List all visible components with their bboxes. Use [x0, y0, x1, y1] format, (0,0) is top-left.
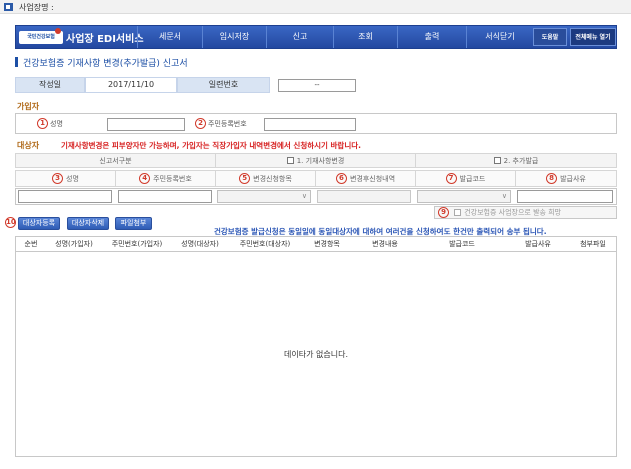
subscriber-section-label: 가입자 [17, 102, 40, 111]
date-value: 2017/11/10 [85, 77, 177, 93]
company-label: 사업장명 : [19, 3, 54, 12]
menu-item-inquiry[interactable]: 조회 [333, 26, 397, 48]
col-change-item: 변경항목 [314, 240, 340, 248]
target-fields-header: 3 성명 4 주민등록번호 5 변경신청항목 6 변경후신청내역 7 발급코드 8 발급사유 [15, 170, 617, 187]
delete-target-button[interactable]: 대상자삭제 [67, 217, 109, 230]
issue-code-select[interactable]: ∨ [417, 190, 511, 203]
option-additional-issue[interactable]: 2. 추가발급 [416, 154, 616, 167]
step-8-badge: 8 [546, 173, 558, 184]
col-seq: 순번 [24, 240, 38, 248]
change-detail-input[interactable] [317, 190, 411, 203]
col-target-rrn: 주민번호(대상자) [239, 240, 291, 248]
menu-bar: 세문서 임시저장 신고 조회 출력 서식닫기 [137, 26, 533, 48]
target-rrn-input[interactable] [118, 190, 212, 203]
change-item-label: 5 변경신청항목 [216, 171, 316, 186]
step-6-badge: 6 [335, 173, 347, 184]
logo-badge-icon [55, 28, 61, 34]
hope-delivery-checkbox[interactable] [454, 209, 462, 216]
step-1-badge: 1 [37, 118, 48, 129]
target-name-input[interactable] [18, 190, 112, 203]
help-button[interactable]: 도움말 [533, 28, 567, 46]
table-header: 순번 성명(가입자) 주민번호(가입자) 성명(대상자) 주민번호(대상자) 변… [16, 237, 616, 252]
col-attachment: 첨부파일 [580, 240, 606, 248]
option-edit-checkbox[interactable] [286, 157, 294, 164]
date-label: 작성일 [15, 77, 85, 93]
top-bar: 사업장명 : [0, 0, 631, 14]
step-9-badge: 9 [438, 207, 449, 218]
menu-item-print[interactable]: 출력 [397, 26, 466, 48]
col-change-detail: 변경내용 [372, 240, 398, 248]
all-menu-button[interactable]: 전체메뉴 열기 [570, 28, 616, 46]
issue-code-label: 7 발급코드 [416, 171, 516, 186]
brand-title: 사업장 EDI서비스 [66, 34, 144, 45]
hope-delivery-option[interactable]: 9 건강보험증 사업장으로 발송 희망 [438, 207, 561, 218]
subscriber-rrn-label: 2 주민등록번호 [195, 118, 247, 129]
brand-area[interactable]: 국민건강보험 사업장 EDI서비스 [16, 26, 144, 48]
option-issue-checkbox[interactable] [493, 157, 501, 164]
menu-item-new[interactable]: 세문서 [137, 26, 202, 48]
step-4-badge: 4 [139, 173, 151, 184]
report-type-label: 신고서구분 [16, 154, 216, 167]
register-target-button[interactable]: 대상자등록 [18, 217, 60, 230]
change-detail-label: 6 변경후신청내역 [316, 171, 416, 186]
page-title-text: 건강보험증 기재사항 변경(추가발급) 신고서 [23, 59, 188, 69]
menu-item-report[interactable]: 신고 [266, 26, 333, 48]
col-target-name: 성명(대상자) [181, 240, 219, 248]
col-issue-code: 발급코드 [449, 240, 475, 248]
serial-label: 일련번호 [177, 77, 270, 93]
step-5-badge: 5 [239, 173, 251, 184]
chevron-down-icon: ∨ [501, 192, 507, 200]
step-7-badge: 7 [445, 173, 457, 184]
attach-file-button[interactable]: 파일첨부 [115, 217, 152, 230]
col-sub-rrn: 주민번호(가입자) [111, 240, 163, 248]
target-name-label: 3 성명 [16, 171, 116, 186]
subscriber-name-label: 1 성명 [37, 118, 63, 129]
report-type-row: 신고서구분 1. 기재사항변경 2. 추가발급 [15, 153, 617, 168]
col-sub-name: 성명(가입자) [55, 240, 93, 248]
target-rrn-label: 4 주민등록번호 [116, 171, 216, 186]
col-issue-reason: 발급사유 [525, 240, 551, 248]
target-table: 순번 성명(가입자) 주민번호(가입자) 성명(대상자) 주민번호(대상자) 변… [15, 236, 617, 457]
issue-reason-label: 8 발급사유 [516, 171, 616, 186]
target-section-label: 대상자 [17, 141, 40, 150]
serial-input[interactable]: -- [278, 79, 356, 92]
table-empty-message: 데이타가 없습니다. [284, 350, 348, 359]
doc-icon [4, 3, 13, 11]
menu-item-close-form[interactable]: 서식닫기 [466, 26, 533, 48]
subscriber-rrn-input[interactable] [264, 118, 356, 131]
step-3-badge: 3 [52, 173, 64, 184]
subscriber-name-input[interactable] [107, 118, 185, 131]
main-nav: 국민건강보험 사업장 EDI서비스 세문서 임시저장 신고 조회 출력 서식닫기… [15, 25, 617, 49]
option-edit-entry[interactable]: 1. 기재사항변경 [216, 154, 416, 167]
step-10-badge: 10 [5, 217, 16, 228]
issue-reason-input[interactable] [517, 190, 613, 203]
chevron-down-icon: ∨ [301, 192, 307, 200]
menu-item-temp-save[interactable]: 임시저장 [202, 26, 266, 48]
target-notice: 기재사항변경은 피부양자만 가능하며, 가입자는 직장가입자 내역변경에서 신청… [61, 141, 361, 150]
change-item-select[interactable]: ∨ [217, 190, 311, 203]
step-2-badge: 2 [195, 118, 206, 129]
page-title: 건강보험증 기재사항 변경(추가발급) 신고서 [15, 56, 188, 69]
